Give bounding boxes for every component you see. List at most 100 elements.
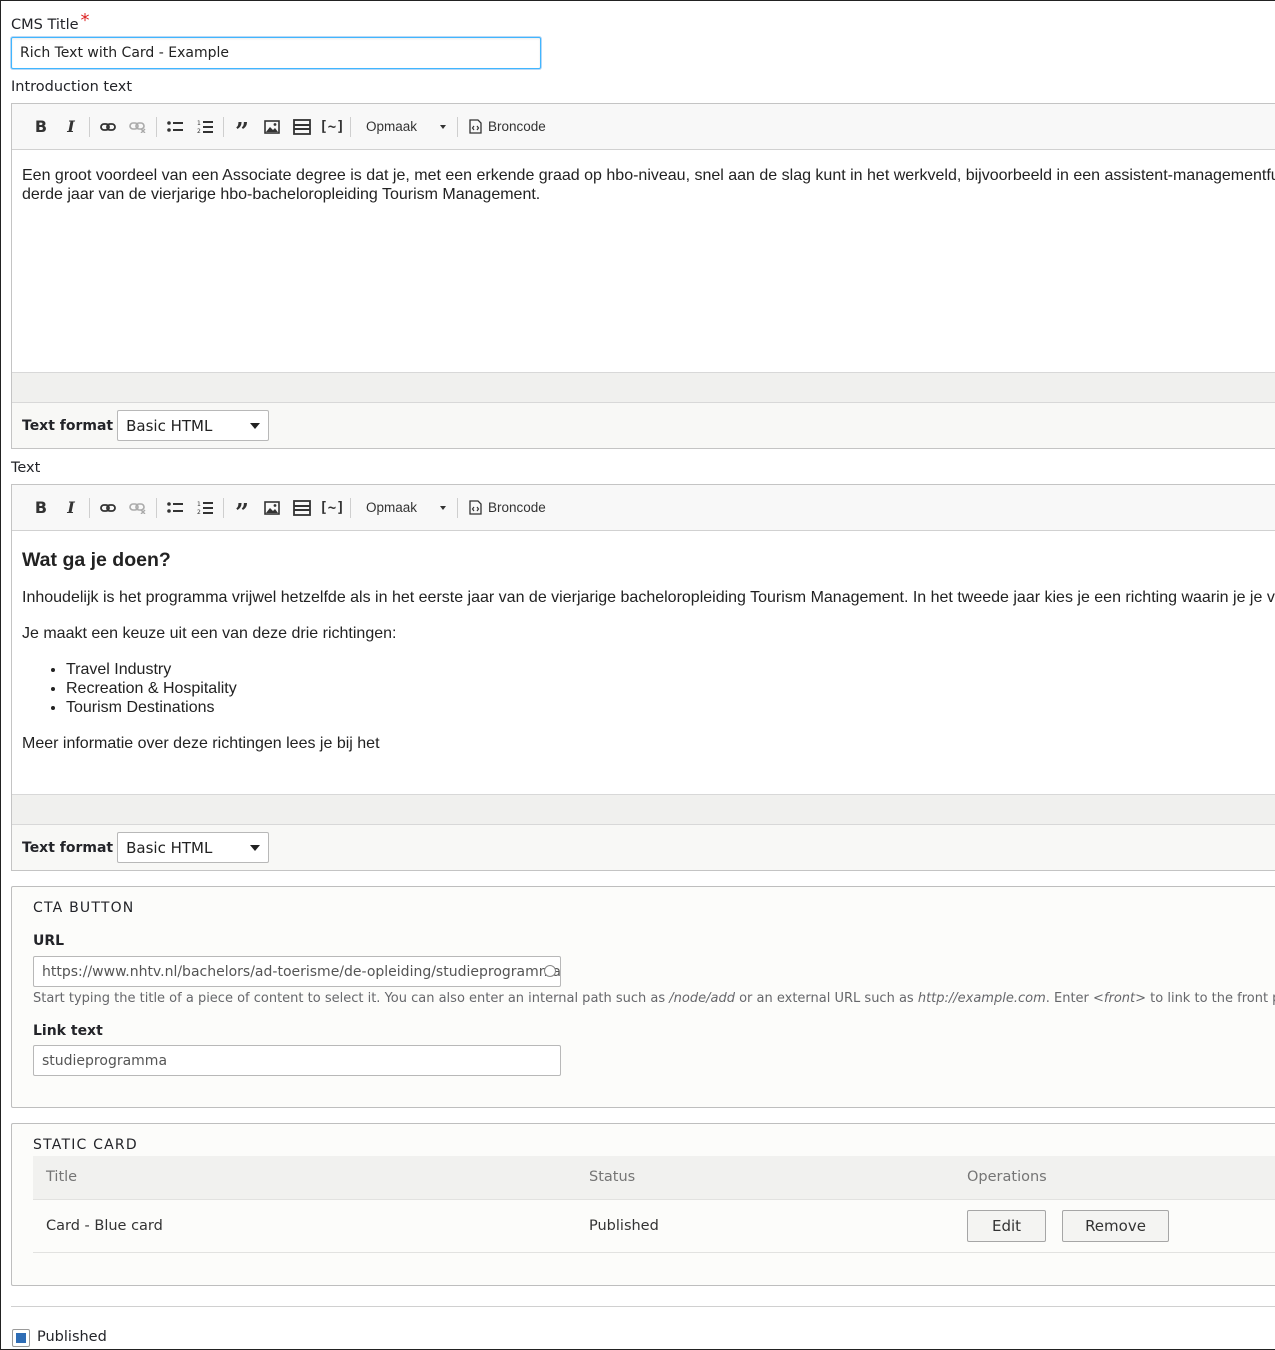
autocomplete-throbber-icon: [544, 965, 556, 977]
bold-icon: B: [34, 498, 48, 517]
published-checkbox[interactable]: [12, 1329, 30, 1347]
url-description-text: or an external URL such as: [734, 991, 918, 1006]
image-button[interactable]: [257, 493, 287, 523]
svg-text:1: 1: [197, 120, 201, 127]
introduction-line-2: derde jaar van de vierjarige hbo-bachelo…: [22, 186, 541, 203]
card-operations-cell: Edit Remove: [954, 1199, 1275, 1253]
toolbar-separator: [457, 116, 458, 137]
toolbar-separator: [223, 497, 224, 518]
text-format-select[interactable]: Basic HTML: [117, 832, 270, 863]
introduction-editor: B I 12 ” [~] Opmaak Broncode Een groot v…: [11, 103, 1275, 449]
numbered-list-button[interactable]: 12: [190, 112, 220, 142]
cms-title-label: CMS Title *: [11, 10, 90, 34]
image-icon: [264, 500, 280, 515]
image-button[interactable]: [257, 112, 287, 142]
column-header-operations: Operations: [954, 1156, 1275, 1200]
introduction-content-area[interactable]: Een groot voordeel van een Associate deg…: [12, 150, 1275, 372]
cta-button-fieldset: CTA BUTTON URL https://www.nhtv.nl/bache…: [11, 886, 1275, 1108]
introduction-line-1: Een groot voordeel van een Associate deg…: [22, 167, 1275, 184]
svg-text:2: 2: [197, 509, 201, 516]
unlink-button[interactable]: [123, 493, 153, 523]
source-icon: [469, 500, 482, 515]
link-text-value: studieprogramma: [42, 1052, 168, 1069]
divider: [11, 1306, 1275, 1307]
bracket-icon: [~]: [319, 499, 345, 516]
table-icon: [293, 118, 311, 135]
drupal-media-button[interactable]: [~]: [317, 493, 347, 523]
text-editor-statusbar: [12, 794, 1275, 824]
italic-button[interactable]: I: [56, 493, 86, 523]
format-combo[interactable]: Opmaak: [354, 112, 454, 142]
toolbar-separator: [350, 116, 351, 137]
text-toolbar: B I 12 ” [~] Opmaak Broncode: [12, 485, 1275, 531]
url-value: https://www.nhtv.nl/bachelors/ad-toerism…: [42, 963, 561, 980]
source-button[interactable]: Broncode: [461, 500, 554, 515]
text-content-area[interactable]: Wat ga je doen? Inhoudelijk is het progr…: [12, 531, 1275, 794]
toolbar-separator: [89, 497, 90, 518]
url-description-text: . Enter: [1045, 991, 1094, 1006]
source-icon: [469, 119, 482, 134]
content-paragraph: Meer informatie over deze richtingen lee…: [22, 735, 380, 752]
horizontal-rule-button[interactable]: [287, 493, 317, 523]
bulleted-list-button[interactable]: [160, 493, 190, 523]
text-format-value: Basic HTML: [126, 838, 213, 857]
column-header-status: Status: [576, 1156, 954, 1200]
content-paragraph: Inhoudelijk is het programma vrijwel het…: [22, 589, 1275, 606]
static-card-fieldset: STATIC CARD Title Status Operations Card…: [11, 1123, 1275, 1286]
column-header-title: Title: [33, 1156, 576, 1200]
unlink-icon: [129, 121, 146, 133]
blockquote-button[interactable]: ”: [227, 493, 257, 524]
text-format-select[interactable]: Basic HTML: [117, 410, 270, 441]
source-button[interactable]: Broncode: [461, 119, 554, 134]
cms-title-label-text: CMS Title: [11, 17, 79, 33]
link-button[interactable]: [93, 112, 123, 142]
dropdown-arrow-icon: [250, 422, 261, 429]
remove-button[interactable]: Remove: [1062, 1209, 1169, 1242]
horizontal-rule-button[interactable]: [287, 112, 317, 142]
link-text-input[interactable]: studieprogramma: [33, 1045, 561, 1076]
drupal-media-button[interactable]: [~]: [317, 112, 347, 142]
bold-button[interactable]: B: [26, 112, 56, 142]
url-label: URL: [33, 933, 65, 949]
bold-button[interactable]: B: [26, 493, 56, 523]
svg-text:2: 2: [197, 128, 201, 135]
cms-title-input[interactable]: [11, 37, 541, 69]
source-label: Broncode: [488, 119, 546, 134]
link-button[interactable]: [93, 493, 123, 523]
italic-button[interactable]: I: [56, 112, 86, 142]
bulleted-list-button[interactable]: [160, 112, 190, 142]
introduction-text-format-row: Text format Basic HTML: [12, 402, 1275, 448]
introduction-toolbar: B I 12 ” [~] Opmaak Broncode: [12, 104, 1275, 150]
toolbar-separator: [223, 116, 224, 137]
blockquote-button[interactable]: ”: [227, 112, 257, 143]
toolbar-separator: [350, 497, 351, 518]
text-text-format-row: Text format Basic HTML: [12, 824, 1275, 870]
unlink-button[interactable]: [123, 112, 153, 142]
list-item: Recreation & Hospitality: [66, 679, 1275, 698]
image-icon: [264, 119, 280, 134]
bulleted-list-icon: [167, 501, 183, 513]
text-format-value: Basic HTML: [126, 416, 213, 435]
numbered-list-button[interactable]: 12: [190, 493, 220, 523]
table-header-row: Title Status Operations: [33, 1156, 1275, 1200]
edit-button[interactable]: Edit: [967, 1209, 1047, 1242]
bold-icon: B: [34, 117, 48, 136]
url-input[interactable]: https://www.nhtv.nl/bachelors/ad-toerism…: [33, 956, 561, 987]
unlink-icon: [129, 502, 146, 514]
dropdown-arrow-icon: [250, 844, 261, 851]
content-bullet-list: Travel Industry Recreation & Hospitality…: [22, 660, 1275, 717]
url-description-example-path: /node/add: [669, 991, 735, 1006]
numbered-list-icon: 12: [197, 501, 213, 516]
svg-text:1: 1: [197, 501, 201, 508]
content-heading: Wat ga je doen?: [22, 549, 171, 571]
format-combo-label: Opmaak: [366, 500, 418, 515]
chevron-down-icon: [440, 124, 446, 129]
format-combo[interactable]: Opmaak: [354, 493, 454, 523]
node-edit-form: CMS Title* Introduction text B I 12 ”: [0, 0, 1275, 1350]
cta-button-legend: CTA BUTTON: [33, 900, 135, 916]
toolbar-separator: [89, 116, 90, 137]
card-status-cell: Published: [576, 1199, 954, 1253]
link-text-label: Link text: [33, 1023, 103, 1039]
content-paragraph: Je maakt een keuze uit een van deze drie…: [22, 625, 397, 642]
italic-icon: I: [67, 498, 75, 517]
